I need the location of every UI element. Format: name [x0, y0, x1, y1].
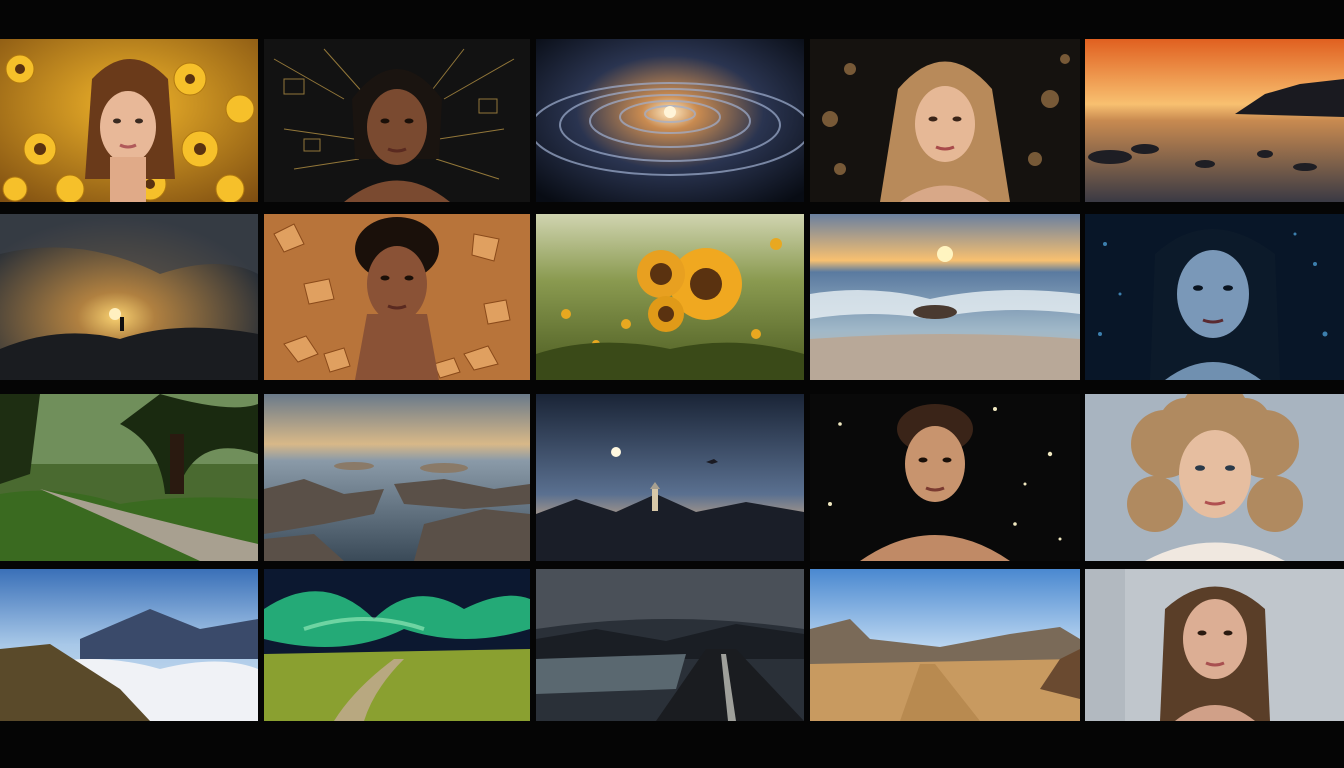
desert-road-image [810, 569, 1080, 721]
tile-sunflower-field[interactable] [536, 214, 804, 380]
sunflower-portrait-image [0, 39, 258, 202]
tile-desert-road[interactable] [810, 569, 1080, 721]
tile-blue-glow-portrait[interactable] [1085, 214, 1344, 380]
lighthouse-night-image [536, 394, 804, 561]
tile-hiker-sunset[interactable] [0, 214, 258, 380]
ocean-wave-image [810, 214, 1080, 380]
rocky-coast-image [264, 394, 530, 561]
sunset-shore-image [1085, 39, 1344, 202]
bokeh-portrait-image [810, 39, 1080, 202]
tile-starry-portrait[interactable] [810, 394, 1080, 561]
tile-mountains-clouds[interactable] [0, 569, 258, 721]
tile-forest-path[interactable] [0, 394, 258, 561]
soft-light-portrait-image [1085, 569, 1344, 721]
tile-autumn-leaves-portrait[interactable] [264, 214, 530, 380]
tile-road-lake[interactable] [536, 569, 804, 721]
sunflower-field-image [536, 214, 804, 380]
golden-lines-portrait-image [264, 39, 530, 202]
tile-golden-lines-portrait[interactable] [264, 39, 530, 202]
aurora-grassland-image [264, 569, 530, 721]
tile-cosmic-vortex[interactable] [536, 39, 804, 202]
forest-path-image [0, 394, 258, 561]
starry-portrait-image [810, 394, 1080, 561]
tile-sunset-shore[interactable] [1085, 39, 1344, 202]
tile-aurora-grassland[interactable] [264, 569, 530, 721]
road-lake-image [536, 569, 804, 721]
cosmic-vortex-image [536, 39, 804, 202]
tile-rocky-coast[interactable] [264, 394, 530, 561]
gallery-canvas [0, 0, 1344, 768]
mountains-clouds-image [0, 569, 258, 721]
tile-soft-light-portrait[interactable] [1085, 569, 1344, 721]
curly-hair-portrait-image [1085, 394, 1344, 561]
hiker-sunset-image [0, 214, 258, 380]
image-grid [0, 39, 1344, 721]
autumn-leaves-portrait-image [264, 214, 530, 380]
tile-curly-hair-portrait[interactable] [1085, 394, 1344, 561]
tile-lighthouse-night[interactable] [536, 394, 804, 561]
tile-ocean-wave[interactable] [810, 214, 1080, 380]
tile-sunflower-portrait[interactable] [0, 39, 258, 202]
blue-glow-portrait-image [1085, 214, 1344, 380]
tile-bokeh-portrait[interactable] [810, 39, 1080, 202]
